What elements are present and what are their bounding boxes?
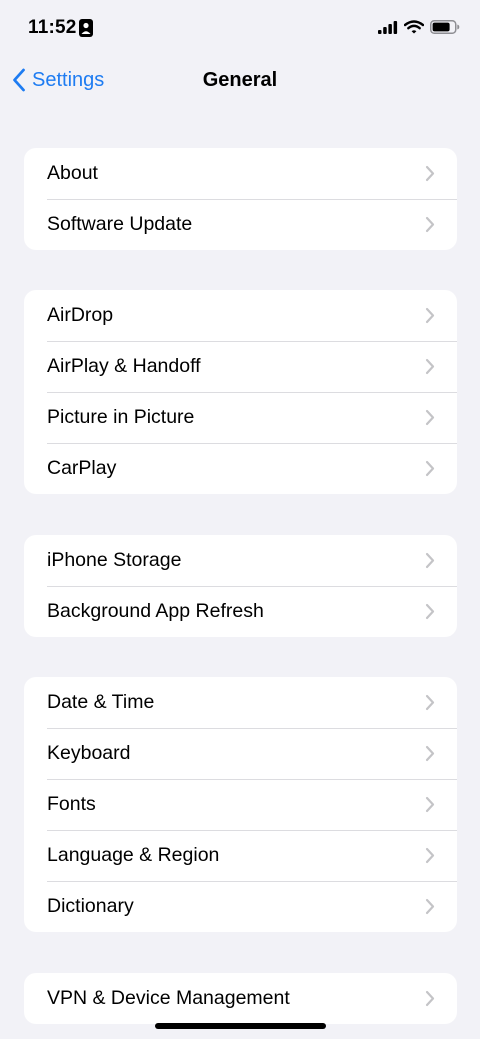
chevron-right-icon — [425, 409, 435, 426]
chevron-right-icon — [425, 165, 435, 182]
list-item-picture-in-picture[interactable]: Picture in Picture — [24, 392, 457, 443]
chevron-right-icon — [425, 460, 435, 477]
chevron-right-icon — [425, 358, 435, 375]
list-item-software-update[interactable]: Software Update — [24, 199, 457, 250]
list-item-label: Keyboard — [47, 742, 131, 764]
chevron-right-icon — [425, 847, 435, 864]
chevron-right-icon — [425, 745, 435, 762]
chevron-right-icon — [425, 603, 435, 620]
chevron-right-icon — [425, 990, 435, 1007]
list-item-label: CarPlay — [47, 457, 117, 479]
settings-group-date-time: Date & Time Keyboard Fonts Language & Re… — [24, 677, 457, 932]
home-indicator[interactable] — [155, 1023, 326, 1029]
list-item-iphone-storage[interactable]: iPhone Storage — [24, 535, 457, 586]
list-item-vpn-device-management[interactable]: VPN & Device Management — [24, 973, 457, 1024]
status-indicators — [378, 20, 460, 34]
list-item-label: Fonts — [47, 793, 96, 815]
navigation-bar: Settings General — [0, 56, 480, 108]
settings-group-vpn: VPN & Device Management — [24, 973, 457, 1024]
list-item-carplay[interactable]: CarPlay — [24, 443, 457, 494]
list-item-about[interactable]: About — [24, 148, 457, 199]
status-time: 11:52 — [28, 17, 77, 38]
chevron-right-icon — [425, 796, 435, 813]
chevron-right-icon — [425, 552, 435, 569]
list-item-language-region[interactable]: Language & Region — [24, 830, 457, 881]
chevron-right-icon — [425, 694, 435, 711]
settings-group-storage: iPhone Storage Background App Refresh — [24, 535, 457, 637]
list-item-label: iPhone Storage — [47, 549, 182, 571]
list-item-label: Date & Time — [47, 691, 155, 713]
list-item-airplay-handoff[interactable]: AirPlay & Handoff — [24, 341, 457, 392]
wifi-icon — [404, 20, 424, 34]
person-card-icon — [79, 19, 93, 37]
page-title: General — [202, 69, 278, 91]
chevron-right-icon — [425, 216, 435, 233]
list-item-label: Dictionary — [47, 895, 134, 917]
battery-icon — [430, 20, 460, 34]
list-item-keyboard[interactable]: Keyboard — [24, 728, 457, 779]
list-item-label: Language & Region — [47, 844, 220, 866]
list-item-label: Background App Refresh — [47, 600, 264, 622]
list-item-label: VPN & Device Management — [47, 987, 290, 1009]
settings-group-airdrop: AirDrop AirPlay & Handoff Picture in Pic… — [24, 290, 457, 494]
list-item-fonts[interactable]: Fonts — [24, 779, 457, 830]
chevron-right-icon — [425, 307, 435, 324]
settings-group-about: About Software Update — [24, 148, 457, 250]
cellular-signal-icon — [378, 20, 398, 34]
list-item-dictionary[interactable]: Dictionary — [24, 881, 457, 932]
list-item-background-app-refresh[interactable]: Background App Refresh — [24, 586, 457, 637]
status-bar: 11:52 — [0, 0, 480, 56]
chevron-right-icon — [425, 898, 435, 915]
list-item-label: AirPlay & Handoff — [47, 355, 201, 377]
list-item-label: About — [47, 162, 98, 184]
list-item-label: Software Update — [47, 213, 193, 235]
list-item-label: Picture in Picture — [47, 406, 195, 428]
list-item-date-time[interactable]: Date & Time — [24, 677, 457, 728]
list-item-airdrop[interactable]: AirDrop — [24, 290, 457, 341]
list-item-label: AirDrop — [47, 304, 114, 326]
